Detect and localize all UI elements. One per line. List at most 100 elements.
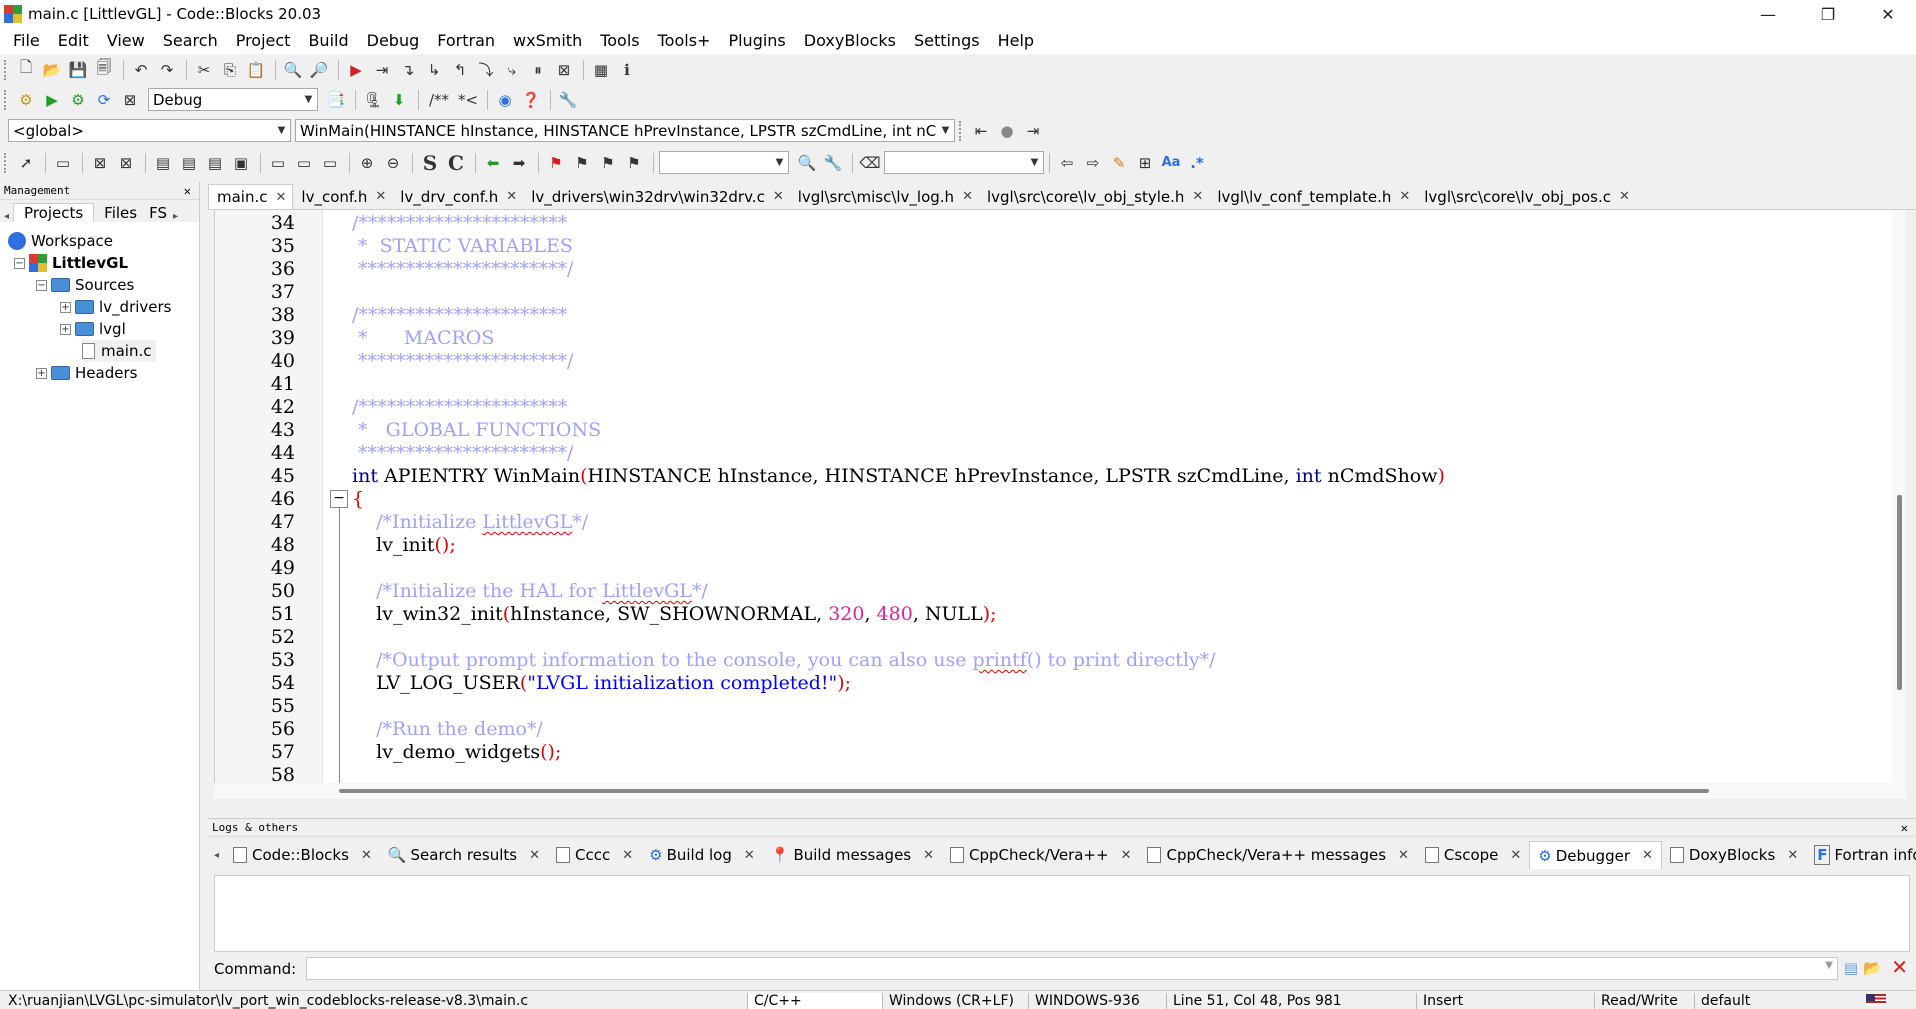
close-icon[interactable]: ✕ bbox=[1510, 848, 1521, 863]
menu-wxsmith[interactable]: wxSmith bbox=[504, 28, 591, 54]
next-instruction-icon[interactable]: ⤵ bbox=[474, 58, 498, 82]
prev-bookmark-icon[interactable]: ⚑ bbox=[570, 151, 594, 175]
zoom-out-icon[interactable]: ⊖ bbox=[381, 151, 405, 175]
rect-icon[interactable]: ▭ bbox=[266, 151, 290, 175]
tab-build-log[interactable]: ⚙ Build log ✕ bbox=[641, 841, 763, 869]
bookmark-flag-icon[interactable]: ⚑ bbox=[544, 151, 568, 175]
arrow-right-icon[interactable]: ➡ bbox=[507, 151, 531, 175]
doxy-run-icon[interactable]: ⬇ bbox=[387, 88, 411, 112]
tab-fortran-info[interactable]: F Fortran info bbox=[1806, 841, 1916, 869]
menu-edit[interactable]: Edit bbox=[49, 28, 98, 54]
search-icon[interactable]: 🔍 bbox=[795, 151, 819, 175]
next-bookmark-icon[interactable]: ⚑ bbox=[596, 151, 620, 175]
arrow-left-icon[interactable]: ⬅ bbox=[481, 151, 505, 175]
tab-scroll-left-icon[interactable]: ◂ bbox=[208, 850, 225, 861]
debug-info-icon[interactable]: ℹ bbox=[615, 58, 639, 82]
match-case-button[interactable]: Aa bbox=[1159, 151, 1183, 175]
close-icon[interactable]: ✕ bbox=[1619, 189, 1630, 204]
selected-text-icon[interactable]: ⊞ bbox=[1133, 151, 1157, 175]
minimize-button[interactable]: — bbox=[1740, 0, 1796, 28]
step-instruction-icon[interactable]: ⤷ bbox=[500, 58, 524, 82]
vertical-scrollbar[interactable] bbox=[1892, 210, 1906, 783]
align4-icon[interactable]: ▣ bbox=[229, 151, 253, 175]
build-gear-icon[interactable]: ⚙ bbox=[14, 88, 38, 112]
menu-build[interactable]: Build bbox=[299, 28, 357, 54]
rebuild-icon[interactable]: ⟳ bbox=[92, 88, 116, 112]
tree-lvgl[interactable]: + lvgl bbox=[60, 318, 126, 340]
tab-win32drv-c[interactable]: lv_drivers\win32drv\win32drv.c ✕ bbox=[523, 184, 790, 209]
clear-icon[interactable]: ✕ bbox=[1891, 955, 1908, 979]
close-icon[interactable]: ✕ bbox=[773, 189, 784, 204]
find-c-button[interactable]: C bbox=[444, 151, 468, 175]
close-icon[interactable]: ✕ bbox=[184, 182, 191, 200]
clear-search-icon[interactable]: ⌫ bbox=[858, 151, 882, 175]
jump-back-icon[interactable]: ⇤ bbox=[969, 119, 993, 143]
debug-start-icon[interactable]: ▶ bbox=[344, 58, 368, 82]
align-icon[interactable]: ▤ bbox=[151, 151, 175, 175]
menu-doxyblocks[interactable]: DoxyBlocks bbox=[795, 28, 905, 54]
tab-cppcheck-messages[interactable]: CppCheck/Vera++ messages ✕ bbox=[1139, 841, 1416, 869]
maximize-button[interactable]: ❐ bbox=[1800, 0, 1856, 28]
close-icon[interactable]: ✕ bbox=[744, 848, 755, 863]
close-icon[interactable]: ✕ bbox=[375, 189, 386, 204]
tree-project[interactable]: − LittlevGL bbox=[14, 252, 128, 274]
menu-settings[interactable]: Settings bbox=[905, 28, 989, 54]
tab-lv-log-h[interactable]: lvgl\src\misc\lv_log.h ✕ bbox=[790, 184, 979, 209]
tab-lv-conf-template-h[interactable]: lvgl\lv_conf_template.h ✕ bbox=[1209, 184, 1416, 209]
tree-main-c[interactable]: main.c bbox=[82, 340, 156, 362]
tab-main-c[interactable]: main.c ✕ bbox=[208, 184, 294, 209]
tree-headers[interactable]: + Headers bbox=[36, 362, 137, 384]
find-s-button[interactable]: S bbox=[418, 151, 442, 175]
step-out-icon[interactable]: ↰ bbox=[448, 58, 472, 82]
find-icon[interactable]: 🔍 bbox=[281, 58, 305, 82]
target-options-icon[interactable]: 📑 bbox=[324, 88, 348, 112]
jump-current-icon[interactable]: ● bbox=[995, 119, 1019, 143]
search-options-icon[interactable]: 🔧 bbox=[821, 151, 845, 175]
toolbar-grip[interactable] bbox=[4, 152, 8, 173]
doxy-extract-icon[interactable]: 🗜 bbox=[361, 88, 385, 112]
build-target-select[interactable]: Debug ▼ bbox=[148, 88, 318, 111]
close-icon[interactable]: ✕ bbox=[962, 189, 973, 204]
menu-debug[interactable]: Debug bbox=[358, 28, 429, 54]
close-icon[interactable]: ✕ bbox=[1642, 848, 1653, 863]
cut-icon[interactable]: ✂ bbox=[192, 58, 216, 82]
tree-sources[interactable]: − Sources bbox=[36, 274, 134, 296]
stop-debug-icon[interactable]: ⊠ bbox=[552, 58, 576, 82]
menu-tools[interactable]: Tools bbox=[591, 28, 648, 54]
menu-tools-plus[interactable]: Tools+ bbox=[649, 28, 720, 54]
find-next-icon[interactable]: ⇨ bbox=[1081, 151, 1105, 175]
wrench-icon[interactable]: 🔧 bbox=[556, 88, 580, 112]
line-comment-button[interactable]: *< bbox=[456, 88, 480, 112]
tab-cscope[interactable]: Cscope ✕ bbox=[1417, 841, 1529, 869]
redo-icon[interactable]: ↷ bbox=[155, 58, 179, 82]
horizontal-scrollbar[interactable] bbox=[214, 783, 1906, 799]
expand-icon[interactable]: + bbox=[60, 301, 71, 313]
tab-fs[interactable]: FS bbox=[147, 204, 169, 222]
scope-select[interactable]: <global> ▼ bbox=[8, 119, 291, 142]
pause-icon[interactable]: ⏸ bbox=[526, 58, 550, 82]
incremental-search-input[interactable]: ▼ bbox=[884, 151, 1044, 174]
highlight-icon[interactable]: ✎ bbox=[1107, 151, 1131, 175]
close-icon[interactable]: ✕ bbox=[1901, 819, 1908, 837]
run-icon[interactable]: ▶ bbox=[40, 88, 64, 112]
toolbar-grip[interactable] bbox=[4, 59, 8, 80]
tab-codeblocks-log[interactable]: Code::Blocks ✕ bbox=[225, 841, 380, 869]
clear-bookmarks-icon[interactable]: ⚑ bbox=[622, 151, 646, 175]
block-comment-button[interactable]: /** bbox=[424, 88, 454, 112]
replace-icon[interactable]: 🔎 bbox=[307, 58, 331, 82]
menu-fortran[interactable]: Fortran bbox=[428, 28, 504, 54]
menu-project[interactable]: Project bbox=[227, 28, 300, 54]
menu-file[interactable]: File bbox=[4, 28, 49, 54]
toolbar-grip[interactable] bbox=[959, 120, 963, 141]
tab-files[interactable]: Files bbox=[94, 204, 147, 222]
copy-icon[interactable]: ⎘ bbox=[218, 58, 242, 82]
function-select[interactable]: WinMain(HINSTANCE hInstance, HINSTANCE h… bbox=[295, 119, 955, 142]
scroll-thumb[interactable] bbox=[1897, 495, 1902, 690]
close-icon[interactable]: ✕ bbox=[361, 848, 372, 863]
search-combo[interactable]: ▼ bbox=[659, 151, 789, 174]
tab-lv-conf-h[interactable]: lv_conf.h ✕ bbox=[293, 184, 392, 209]
close-icon[interactable]: ✕ bbox=[1787, 848, 1798, 863]
tab-cccc[interactable]: Cccc ✕ bbox=[548, 841, 641, 869]
abort-icon[interactable]: ⊠ bbox=[118, 88, 142, 112]
scroll-thumb[interactable] bbox=[339, 789, 1709, 793]
